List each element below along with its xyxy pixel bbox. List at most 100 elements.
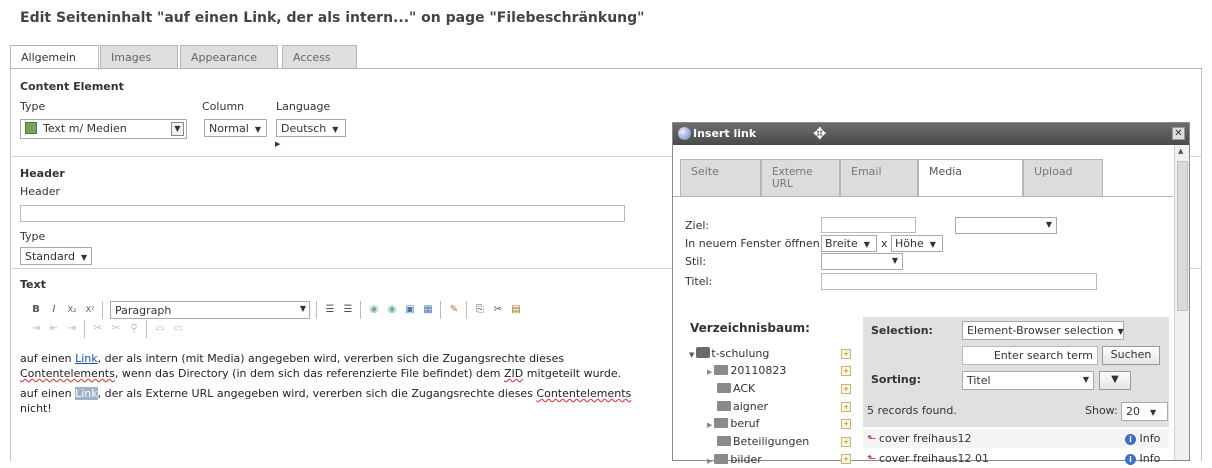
paste-icon[interactable]: ▤ — [508, 302, 524, 318]
add-icon[interactable]: + — [841, 384, 851, 394]
paragraph-format-select[interactable]: Paragraph ▼ — [110, 301, 310, 319]
italic-icon[interactable]: I — [46, 302, 62, 318]
titel-input[interactable] — [821, 273, 1097, 290]
tab-allgemein[interactable]: Allgemein — [10, 45, 99, 70]
chevron-down-icon: ▼ — [891, 256, 898, 265]
text-run: ZID — [504, 367, 524, 380]
superscript-icon[interactable]: X² — [82, 302, 98, 318]
tree-item-root[interactable]: ▼ t-schulung — [689, 347, 769, 360]
rte-content[interactable]: auf einen Link, der als intern (mit Medi… — [20, 351, 675, 416]
record-row[interactable]: ⬑ cover freihaus12 i Info — [863, 429, 1169, 448]
header-type-label: Type — [20, 230, 46, 243]
record-row[interactable]: ⬑ cover freihaus12 01 i Info — [863, 449, 1169, 468]
dialog-scrollbar[interactable]: ▲ — [1174, 145, 1189, 460]
header-type-value: Standard — [25, 250, 76, 263]
outdent-icon: ⇤ — [49, 323, 59, 334]
close-icon[interactable]: ✕ — [1172, 127, 1185, 140]
header-type-select[interactable]: Standard ▼ — [20, 247, 92, 265]
insert-image-icon[interactable]: ▣ — [402, 302, 418, 318]
toolbar-divider — [440, 301, 441, 319]
collapsed-arrow-icon[interactable]: ▶ — [707, 457, 712, 465]
header-input[interactable] — [20, 205, 625, 222]
sorting-select[interactable]: Titel ▼ — [962, 371, 1094, 390]
column-select[interactable]: Normal ▼ — [204, 119, 267, 137]
collapsed-arrow-icon[interactable]: ▶ — [707, 421, 712, 429]
language-label: Language — [276, 100, 331, 113]
unordered-list-icon[interactable]: ☰ — [340, 302, 356, 318]
tree-heading: Verzeichnisbaum: — [690, 321, 810, 335]
tree-item-ack[interactable]: ACK — [717, 382, 755, 395]
clean-format-icon[interactable]: ✎ — [446, 302, 462, 318]
tree-item-20110823[interactable]: ▶ 20110823 — [707, 364, 786, 377]
add-icon[interactable]: + — [841, 402, 851, 412]
ziel-input[interactable] — [821, 217, 916, 233]
insert-link-dialog: Insert link ✥ ✕ Seite Externe URL Email … — [672, 122, 1190, 466]
breite-select[interactable]: Breite ▼ — [821, 235, 877, 252]
tab-appearance[interactable]: Appearance — [180, 45, 278, 69]
add-icon[interactable]: + — [841, 349, 851, 359]
tree-item-beteiligungen[interactable]: Beteiligungen — [717, 435, 809, 448]
tab-externe-url[interactable]: Externe URL — [761, 159, 840, 196]
chevron-down-icon: ▼ — [332, 125, 339, 134]
tab-email[interactable]: Email — [840, 159, 918, 196]
text-run: nicht! — [20, 402, 52, 415]
expanded-arrow-icon[interactable]: ▼ — [689, 351, 694, 359]
chevron-down-icon: ▼ — [1045, 220, 1052, 229]
type-select[interactable]: Text m/ Medien ▼ — [20, 119, 187, 139]
selected-link[interactable]: Link — [75, 387, 98, 400]
tree-item-bilder[interactable]: ▶ bilder — [707, 453, 762, 466]
language-select-value: Deutsch — [281, 122, 327, 135]
tree-item-beruf[interactable]: ▶ beruf — [707, 417, 760, 430]
cut-icon[interactable]: ✂ — [490, 302, 506, 318]
bold-icon[interactable]: B — [28, 302, 44, 318]
tab-access[interactable]: Access — [282, 45, 357, 69]
collapsed-arrow-icon[interactable]: ▶ — [707, 368, 712, 376]
search-input[interactable]: Enter search term — [962, 346, 1098, 365]
content-element-heading: Content Element — [20, 80, 124, 93]
sort-direction-button[interactable]: ▼ — [1099, 371, 1131, 390]
show-select[interactable]: 20 ▼ — [1121, 402, 1168, 421]
folder-icon — [714, 418, 729, 428]
add-icon[interactable]: + — [841, 419, 851, 429]
chevron-down-icon: ▼ — [254, 125, 261, 134]
language-select[interactable]: Deutsch ▼ — [276, 119, 346, 137]
hoehe-select[interactable]: Höhe ▼ — [891, 235, 943, 252]
copy-icon[interactable]: ⎘ — [472, 302, 488, 318]
subscript-icon[interactable]: X₂ — [64, 302, 80, 318]
tree-item-aigner[interactable]: aigner — [717, 400, 768, 413]
ziel-label: Ziel: — [685, 219, 710, 232]
tab-seite[interactable]: Seite — [680, 159, 761, 196]
dialog-tab-divider — [673, 196, 1173, 197]
tab-upload[interactable]: Upload — [1023, 159, 1103, 196]
suchen-button[interactable]: Suchen — [1102, 346, 1160, 365]
info-button[interactable]: i Info — [1125, 452, 1160, 465]
selection-select[interactable]: Element-Browser selection ▼ — [962, 321, 1124, 340]
info-label: Info — [1139, 452, 1161, 465]
scrollbar-thumb[interactable] — [1177, 161, 1188, 311]
info-button[interactable]: i Info — [1125, 432, 1160, 445]
text-run: , der als intern (mit Media) angegeben w… — [97, 352, 565, 365]
cut-disabled-icon: ✂ — [93, 323, 103, 334]
add-icon[interactable]: + — [841, 454, 851, 464]
add-icon[interactable]: + — [841, 366, 851, 376]
stil-select[interactable]: ▼ — [821, 253, 903, 270]
dialog-titlebar[interactable]: Insert link ✥ ✕ — [673, 123, 1189, 145]
insert-link-icon[interactable]: ◉ — [366, 302, 382, 318]
chevron-down-icon: ▼ — [171, 122, 184, 136]
remove-link-icon[interactable]: ◉ — [384, 302, 400, 318]
expand-arrow-icon[interactable]: ▶ — [275, 140, 280, 148]
tab-media[interactable]: Media — [918, 159, 1023, 197]
internal-link[interactable]: Link — [75, 352, 98, 365]
text-run: Contentelements — [20, 367, 115, 380]
chevron-down-icon: ▼ — [81, 253, 88, 262]
ordered-list-icon[interactable]: ☰ — [322, 302, 338, 318]
tree-label: t-schulung — [711, 347, 770, 360]
move-icon[interactable]: ✥ — [813, 124, 826, 143]
scroll-up-icon[interactable]: ▲ — [1178, 147, 1183, 155]
add-icon[interactable]: + — [841, 437, 851, 447]
tab-images[interactable]: Images — [100, 45, 178, 69]
ziel-select[interactable]: ▼ — [955, 217, 1057, 234]
info-icon: i — [1125, 434, 1136, 445]
x-label: x — [881, 237, 888, 250]
insert-table-icon[interactable]: ▦ — [420, 302, 436, 318]
